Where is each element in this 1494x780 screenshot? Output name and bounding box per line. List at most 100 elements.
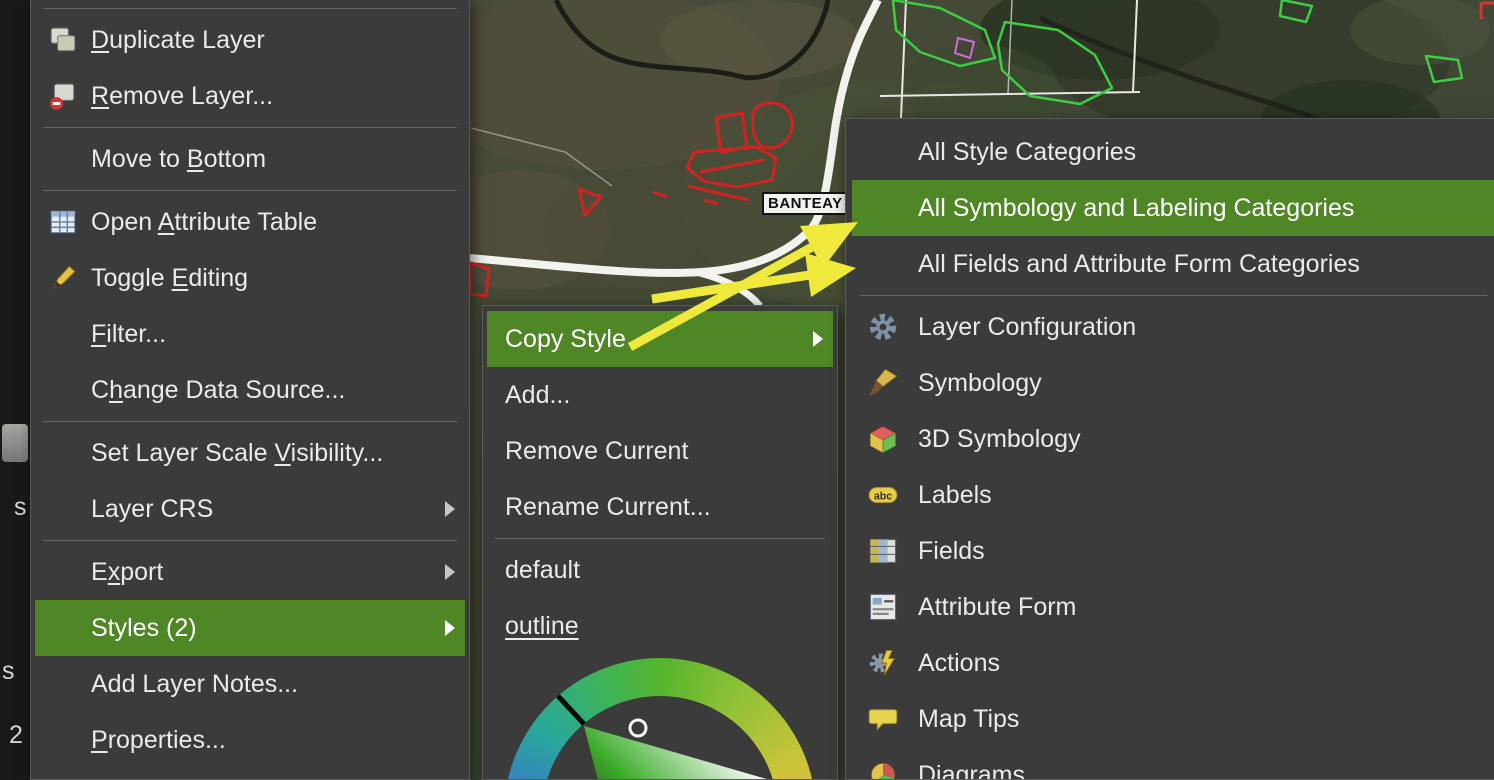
svg-text:abc: abc [874, 490, 892, 502]
icon-spacer [860, 135, 906, 169]
menu-item-actions[interactable]: Actions [852, 635, 1494, 691]
menu-item-all-symbology-and-labeling[interactable]: All Symbology and Labeling Categories [852, 180, 1494, 236]
panel-icon-fragment [2, 424, 28, 462]
icon-spacer [43, 667, 83, 701]
menu-item-filter[interactable]: Filter... [35, 306, 465, 362]
menu-item-label: Layer CRS [91, 495, 213, 524]
menu-item-label: 3D Symbology [918, 425, 1081, 454]
paintbrush-icon [860, 366, 906, 400]
menu-item-symbology[interactable]: Symbology [852, 355, 1494, 411]
icon-spacer [43, 723, 83, 757]
menu-item-style-default[interactable]: default [487, 542, 833, 598]
menu-item-copy-style[interactable]: Copy Style [487, 311, 833, 367]
menu-item-styles[interactable]: Styles (2) [35, 600, 465, 656]
menu-item-labels[interactable]: abc Labels [852, 467, 1494, 523]
styles-submenu: Copy Style Add... Remove Current Rename … [482, 305, 838, 780]
menu-item-label: Actions [918, 649, 1000, 678]
speech-bubble-icon [860, 702, 906, 736]
submenu-arrow-icon [445, 564, 455, 580]
menu-item-export[interactable]: Export [35, 544, 465, 600]
submenu-arrow-icon [813, 331, 823, 347]
menu-separator [43, 190, 457, 191]
menu-separator [860, 295, 1487, 296]
panel-text-fragment: s [14, 493, 27, 522]
remove-layer-icon [43, 79, 83, 113]
attribute-table-icon [43, 205, 83, 239]
menu-item-label: All Style Categories [918, 138, 1136, 167]
menu-item-remove-layer[interactable]: Remove Layer... [35, 68, 465, 124]
menu-item-label: Styles (2) [91, 614, 197, 643]
pie-chart-icon [860, 758, 906, 780]
menu-item-label: Duplicate Layer [91, 26, 265, 55]
menu-item-all-style-categories[interactable]: All Style Categories [852, 124, 1494, 180]
menu-item-label: Toggle Editing [91, 264, 248, 293]
cube-icon [860, 422, 906, 456]
menu-item-label: Add Layer Notes... [91, 670, 298, 699]
gear-bolt-icon [860, 646, 906, 680]
abc-tag-icon: abc [860, 478, 906, 512]
layers-panel-edge: s s 2 [0, 0, 30, 780]
menu-item-style-outline[interactable]: outline [487, 598, 833, 654]
gear-icon [860, 310, 906, 344]
submenu-arrow-icon [445, 501, 455, 517]
panel-text-fragment: 2 [9, 721, 23, 750]
color-wheel[interactable] [504, 658, 816, 780]
menu-item-label: Open Attribute Table [91, 208, 317, 237]
menu-item-label: Remove Current [505, 437, 688, 466]
menu-item-label: Symbology [918, 369, 1042, 398]
menu-item-toggle-editing[interactable]: Toggle Editing [35, 250, 465, 306]
menu-item-label: Change Data Source... [91, 376, 345, 405]
menu-item-label: Move to Bottom [91, 145, 266, 174]
menu-item-label: Remove Layer... [91, 82, 273, 111]
menu-separator [495, 538, 825, 539]
menu-item-label: Filter... [91, 320, 166, 349]
menu-item-label: Layer Configuration [918, 313, 1136, 342]
menu-item-label: All Fields and Attribute Form Categories [918, 250, 1360, 279]
menu-item-duplicate-layer[interactable]: Duplicate Layer [35, 12, 465, 68]
menu-item-rename-current[interactable]: Rename Current... [487, 479, 833, 535]
fields-table-icon [860, 534, 906, 568]
menu-item-map-tips[interactable]: Map Tips [852, 691, 1494, 747]
menu-item-label: Rename Current... [505, 493, 711, 522]
menu-item-label: outline [505, 612, 579, 641]
menu-item-fields[interactable]: Fields [852, 523, 1494, 579]
menu-item-add-layer-notes[interactable]: Add Layer Notes... [35, 656, 465, 712]
menu-item-label: Set Layer Scale Visibility... [91, 439, 383, 468]
menu-item-change-data-source[interactable]: Change Data Source... [35, 362, 465, 418]
menu-item-attribute-form[interactable]: Attribute Form [852, 579, 1494, 635]
icon-spacer [43, 611, 83, 645]
menu-item-add-style[interactable]: Add... [487, 367, 833, 423]
menu-item-3d-symbology[interactable]: 3D Symbology [852, 411, 1494, 467]
menu-item-label: Copy Style [505, 325, 626, 354]
menu-item-label: Export [91, 558, 163, 587]
form-icon [860, 590, 906, 624]
menu-item-label: All Symbology and Labeling Categories [918, 194, 1354, 223]
icon-spacer [860, 247, 906, 281]
menu-item-label: Properties... [91, 726, 226, 755]
menu-item-label: Attribute Form [918, 593, 1076, 622]
icon-spacer [860, 191, 906, 225]
menu-item-layer-configuration[interactable]: Layer Configuration [852, 299, 1494, 355]
menu-item-label: Labels [918, 481, 992, 510]
menu-item-layer-crs[interactable]: Layer CRS [35, 481, 465, 537]
menu-item-move-to-bottom[interactable]: Move to Bottom [35, 131, 465, 187]
menu-item-properties[interactable]: Properties... [35, 712, 465, 768]
menu-item-remove-current[interactable]: Remove Current [487, 423, 833, 479]
menu-separator [43, 540, 457, 541]
icon-spacer [43, 436, 83, 470]
menu-separator [43, 8, 457, 9]
menu-item-label: Add... [505, 381, 570, 410]
pencil-icon [43, 261, 83, 295]
menu-item-diagrams[interactable]: Diagrams [852, 747, 1494, 780]
menu-item-label: Map Tips [918, 705, 1019, 734]
menu-item-label: default [505, 556, 580, 585]
menu-item-open-attribute-table[interactable]: Open Attribute Table [35, 194, 465, 250]
menu-separator [43, 421, 457, 422]
menu-separator [43, 127, 457, 128]
icon-spacer [43, 317, 83, 351]
menu-item-all-fields-and-attribute-form[interactable]: All Fields and Attribute Form Categories [852, 236, 1494, 292]
menu-item-set-layer-scale-visibility[interactable]: Set Layer Scale Visibility... [35, 425, 465, 481]
saturation-triangle[interactable] [504, 658, 816, 780]
layer-context-menu: Duplicate Layer Remove Layer... Move to … [30, 0, 470, 780]
menu-item-label: Fields [918, 537, 985, 566]
